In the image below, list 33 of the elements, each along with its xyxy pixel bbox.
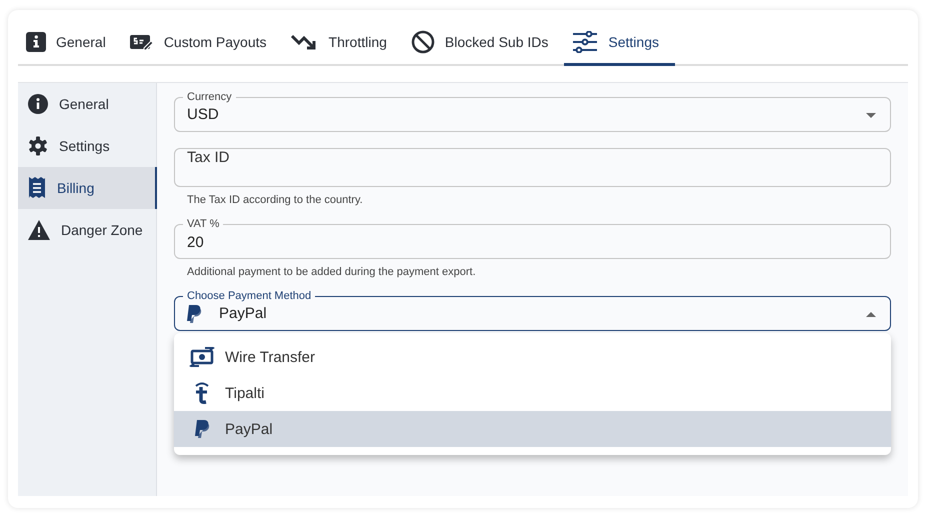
vat-field[interactable]: VAT % 20 — [174, 219, 891, 259]
tab[interactable]: Blocked Sub IDs — [402, 20, 564, 66]
tab[interactable]: Settings — [564, 20, 675, 66]
money-transfer-icon — [189, 347, 215, 367]
dropdown-option[interactable]: Tipalti — [174, 375, 891, 411]
caret-icon — [866, 113, 876, 118]
currency-select[interactable]: Currency USD — [174, 92, 891, 132]
tab[interactable]: Throttling — [282, 20, 403, 66]
caret-icon — [866, 312, 876, 317]
info-icon — [28, 94, 48, 114]
paypal-icon — [186, 305, 202, 323]
sidebar-item[interactable]: General — [18, 83, 157, 125]
tax-id-input[interactable]: Tax ID — [187, 149, 878, 166]
vat-input[interactable]: 20 — [187, 230, 878, 254]
tab[interactable]: Custom Payouts — [122, 20, 283, 66]
dropdown-option[interactable]: Wire Transfer — [174, 339, 891, 375]
settings-icon — [28, 136, 48, 156]
sidebar-item[interactable]: Danger Zone — [18, 209, 157, 251]
tab[interactable]: General — [18, 20, 122, 66]
tax-id-field[interactable]: Tax ID — [174, 148, 891, 187]
sidebar-item[interactable]: Settings — [18, 125, 157, 167]
paypal-icon — [194, 420, 210, 438]
warning-icon — [28, 220, 50, 240]
blocked-icon — [410, 30, 435, 54]
receipt-icon — [28, 177, 46, 199]
sidebar-item[interactable]: Billing — [18, 167, 157, 209]
dropdown-option[interactable]: PayPal — [174, 411, 891, 447]
info-icon — [26, 32, 46, 52]
sliders-icon — [572, 30, 598, 52]
helper-text: The Tax ID according to the country. — [187, 194, 364, 206]
payment-method-select[interactable]: Choose Payment Method PayPal — [174, 291, 891, 331]
helper-text: Additional payment to be added during the payment export. — [187, 266, 477, 278]
letter-t-icon — [193, 381, 211, 405]
